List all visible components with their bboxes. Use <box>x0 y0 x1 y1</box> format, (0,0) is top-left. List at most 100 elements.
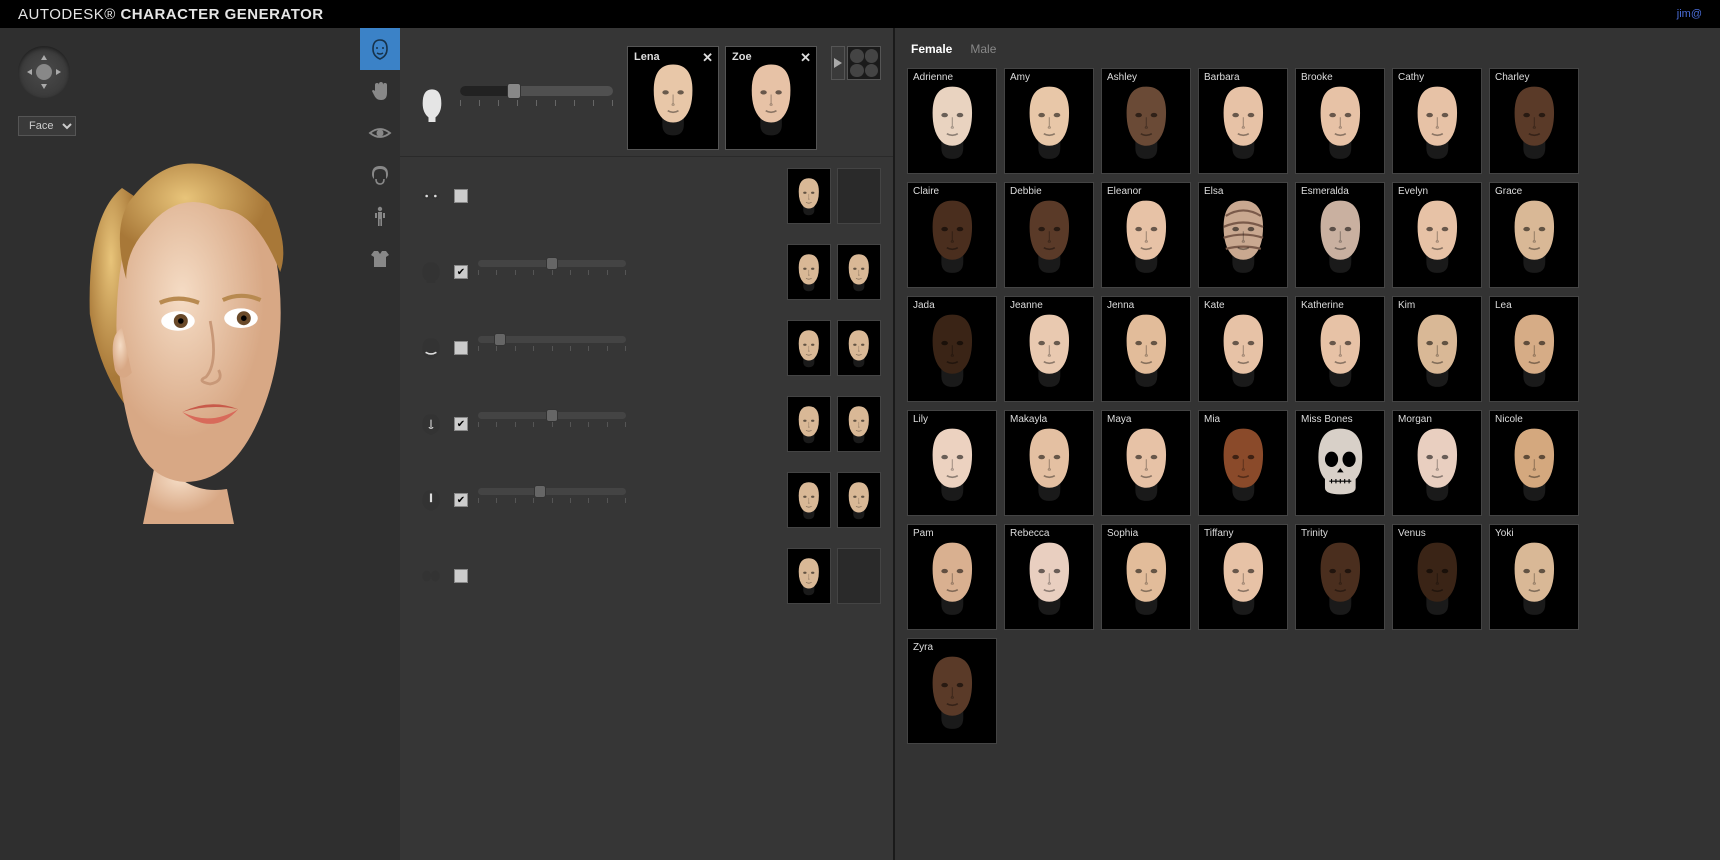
preset-name: Grace <box>1495 186 1522 197</box>
feature-link-checkbox[interactable] <box>454 569 468 583</box>
preset-name: Trinity <box>1301 528 1328 539</box>
preset-card[interactable]: Amy <box>1004 68 1094 174</box>
preset-card[interactable]: Ashley <box>1101 68 1191 174</box>
preset-name: Katherine <box>1301 300 1344 311</box>
feature-row: ✔ <box>418 471 881 529</box>
orbit-gizmo[interactable] <box>18 46 70 98</box>
feature-slider[interactable] <box>478 260 626 284</box>
hair-tool[interactable] <box>360 154 400 196</box>
feature-thumb[interactable] <box>837 396 881 452</box>
feature-slider[interactable] <box>478 488 626 512</box>
model-preview[interactable] <box>45 128 325 528</box>
preset-card[interactable]: Brooke <box>1295 68 1385 174</box>
preset-card[interactable]: Barbara <box>1198 68 1288 174</box>
preset-name: Pam <box>913 528 934 539</box>
feature-row: ✔ <box>418 243 881 301</box>
feature-thumb[interactable] <box>837 244 881 300</box>
blend-target-card[interactable]: Lena ✕ <box>627 46 719 150</box>
app-title: AUTODESK® CHARACTER GENERATOR <box>18 6 324 23</box>
feature-thumb[interactable] <box>837 168 881 224</box>
library-tab[interactable]: Male <box>970 42 996 56</box>
preset-card[interactable]: Maya <box>1101 410 1191 516</box>
preset-card[interactable]: Debbie <box>1004 182 1094 288</box>
preset-name: Zyra <box>913 642 933 653</box>
preset-card[interactable]: Pam <box>907 524 997 630</box>
feature-link-checkbox[interactable]: ✔ <box>454 493 468 507</box>
preset-card[interactable]: Tiffany <box>1198 524 1288 630</box>
preset-card[interactable]: Makayla <box>1004 410 1094 516</box>
preset-card[interactable]: Miss Bones <box>1295 410 1385 516</box>
feature-thumb[interactable] <box>787 548 831 604</box>
preset-card[interactable]: Lily <box>907 410 997 516</box>
preset-name: Jenna <box>1107 300 1134 311</box>
blend-target-name: Lena <box>634 51 660 63</box>
preset-card[interactable]: Trinity <box>1295 524 1385 630</box>
preset-card[interactable]: Kim <box>1392 296 1482 402</box>
preset-name: Nicole <box>1495 414 1523 425</box>
feature-thumb[interactable] <box>787 320 831 376</box>
preset-card[interactable]: Rebecca <box>1004 524 1094 630</box>
preset-card[interactable]: Esmeralda <box>1295 182 1385 288</box>
preset-name: Esmeralda <box>1301 186 1349 197</box>
preset-card[interactable]: Elsa <box>1198 182 1288 288</box>
preset-name: Ashley <box>1107 72 1137 83</box>
feature-slider[interactable] <box>478 412 626 436</box>
blend-target-card[interactable]: Zoe ✕ <box>725 46 817 150</box>
feature-link-checkbox[interactable]: ✔ <box>454 265 468 279</box>
feature-link-checkbox[interactable] <box>454 189 468 203</box>
preset-card[interactable]: Sophia <box>1101 524 1191 630</box>
preset-card[interactable]: Adrienne <box>907 68 997 174</box>
library-tabs: Female Male <box>907 42 1708 56</box>
close-icon[interactable]: ✕ <box>800 50 811 66</box>
feature-thumb[interactable] <box>837 472 881 528</box>
preset-card[interactable]: Eleanor <box>1101 182 1191 288</box>
feature-thumb[interactable] <box>837 320 881 376</box>
preset-card[interactable]: Nicole <box>1489 410 1579 516</box>
preset-card[interactable]: Zyra <box>907 638 997 744</box>
feature-thumb[interactable] <box>837 548 881 604</box>
preset-card[interactable]: Kate <box>1198 296 1288 402</box>
preset-card[interactable]: Evelyn <box>1392 182 1482 288</box>
body-tool[interactable] <box>360 196 400 238</box>
preset-card[interactable]: Charley <box>1489 68 1579 174</box>
feature-thumb[interactable] <box>787 396 831 452</box>
clothing-tool[interactable] <box>360 238 400 280</box>
blend-target-name: Zoe <box>732 51 752 63</box>
face-tool[interactable] <box>360 28 400 70</box>
layout-grid-icon[interactable] <box>847 46 881 80</box>
expand-library-button[interactable] <box>831 46 845 80</box>
preset-card[interactable]: Jeanne <box>1004 296 1094 402</box>
preset-card[interactable]: Claire <box>907 182 997 288</box>
preset-card[interactable]: Jada <box>907 296 997 402</box>
preset-card[interactable]: Katherine <box>1295 296 1385 402</box>
preview-head <box>45 128 325 528</box>
close-icon[interactable]: ✕ <box>702 50 713 66</box>
preset-card[interactable]: Cathy <box>1392 68 1482 174</box>
preset-card[interactable]: Lea <box>1489 296 1579 402</box>
feature-link-checkbox[interactable] <box>454 341 468 355</box>
hand-tool[interactable] <box>360 70 400 112</box>
feature-slider[interactable] <box>478 336 626 360</box>
feature-thumb[interactable] <box>787 168 831 224</box>
preset-name: Jeanne <box>1010 300 1043 311</box>
user-link[interactable]: jim@ <box>1677 8 1702 20</box>
master-blend-slider[interactable] <box>460 86 613 122</box>
preset-name: Lea <box>1495 300 1512 311</box>
preset-name: Cathy <box>1398 72 1424 83</box>
eye-tool[interactable] <box>360 112 400 154</box>
library-grid: Adrienne Amy Ashley Barbara Brooke <box>907 68 1708 744</box>
feature-thumb[interactable] <box>787 244 831 300</box>
preset-card[interactable]: Yoki <box>1489 524 1579 630</box>
preset-name: Amy <box>1010 72 1030 83</box>
preset-card[interactable]: Venus <box>1392 524 1482 630</box>
preset-card[interactable]: Morgan <box>1392 410 1482 516</box>
preset-card[interactable]: Jenna <box>1101 296 1191 402</box>
preset-name: Tiffany <box>1204 528 1233 539</box>
preset-card[interactable]: Grace <box>1489 182 1579 288</box>
feature-thumb[interactable] <box>787 472 831 528</box>
library-tab[interactable]: Female <box>911 42 952 56</box>
feature-row <box>418 167 881 225</box>
feature-link-checkbox[interactable]: ✔ <box>454 417 468 431</box>
feature-rows: ✔ <box>400 157 893 615</box>
preset-card[interactable]: Mia <box>1198 410 1288 516</box>
